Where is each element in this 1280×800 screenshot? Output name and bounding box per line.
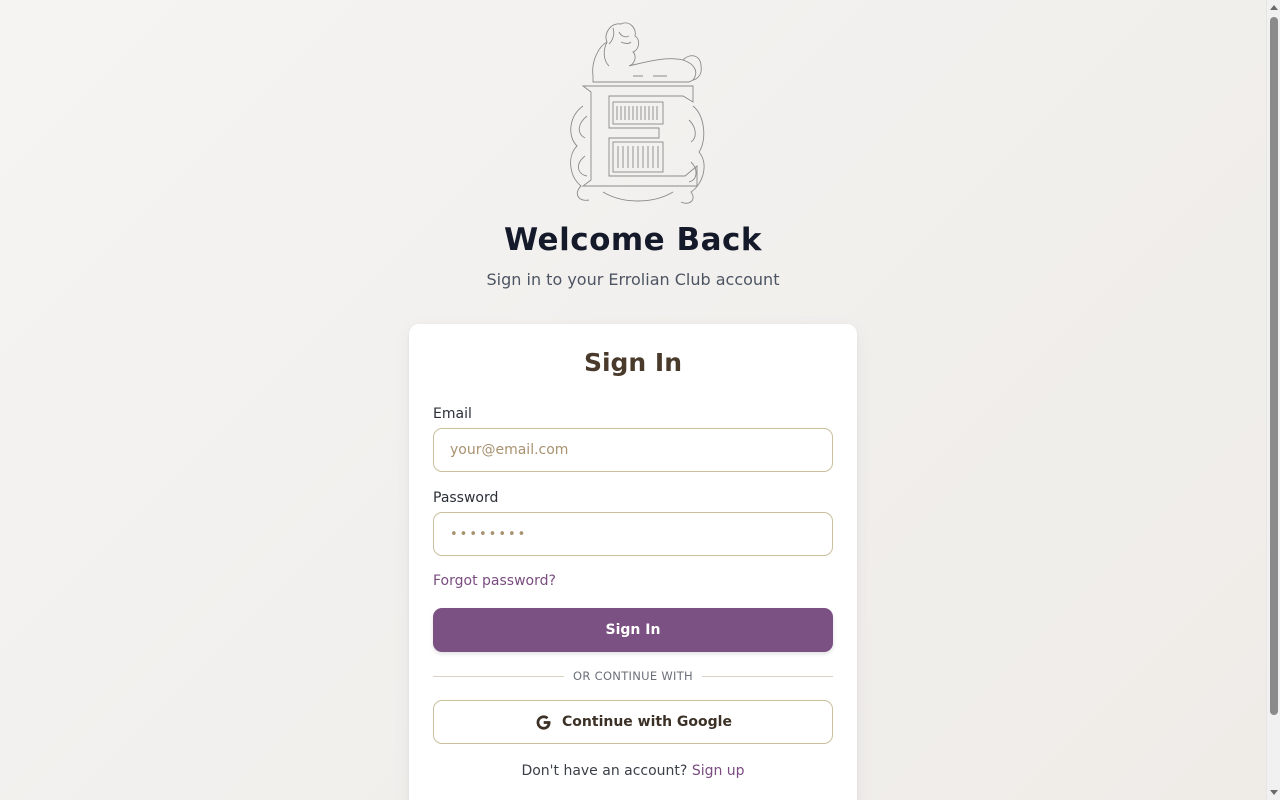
email-label: Email <box>433 406 472 422</box>
page-title: Welcome Back <box>503 222 763 258</box>
google-button-label: Continue with Google <box>562 714 732 730</box>
sign-in-button[interactable]: Sign In <box>433 608 833 652</box>
password-field[interactable]: •••••••• <box>433 512 833 556</box>
password-label: Password <box>433 490 499 506</box>
club-logo <box>570 22 705 204</box>
signup-prompt: Don't have an account? <box>521 763 688 779</box>
scroll-down-arrow-icon[interactable] <box>1270 790 1278 795</box>
password-value: •••••••• <box>450 526 528 542</box>
divider-line-left <box>433 675 565 677</box>
scroll-thumb[interactable] <box>1270 17 1278 715</box>
scroll-up-arrow-icon[interactable] <box>1270 5 1278 10</box>
sign-in-card: Sign In Email your@email.com Password ••… <box>409 324 857 800</box>
divider-line-right <box>702 675 834 677</box>
page-subtitle: Sign in to your Errolian Club account <box>486 270 780 289</box>
or-divider: OR CONTINUE WITH <box>433 668 834 684</box>
sign-up-link[interactable]: Sign up <box>692 763 745 779</box>
card-title: Sign In <box>583 348 683 377</box>
email-placeholder: your@email.com <box>450 442 569 458</box>
forgot-password-link[interactable]: Forgot password? <box>433 573 556 589</box>
google-sign-in-button[interactable]: Continue with Google <box>433 700 833 744</box>
signup-row: Don't have an account? Sign up <box>409 763 857 779</box>
divider-text: OR CONTINUE WITH <box>573 669 693 683</box>
page-scrollbar[interactable] <box>1266 0 1280 800</box>
login-page: Welcome Back Sign in to your Errolian Cl… <box>0 0 1266 800</box>
sign-in-button-label: Sign In <box>605 622 661 638</box>
google-g-icon <box>536 714 551 730</box>
email-field[interactable]: your@email.com <box>433 428 833 472</box>
